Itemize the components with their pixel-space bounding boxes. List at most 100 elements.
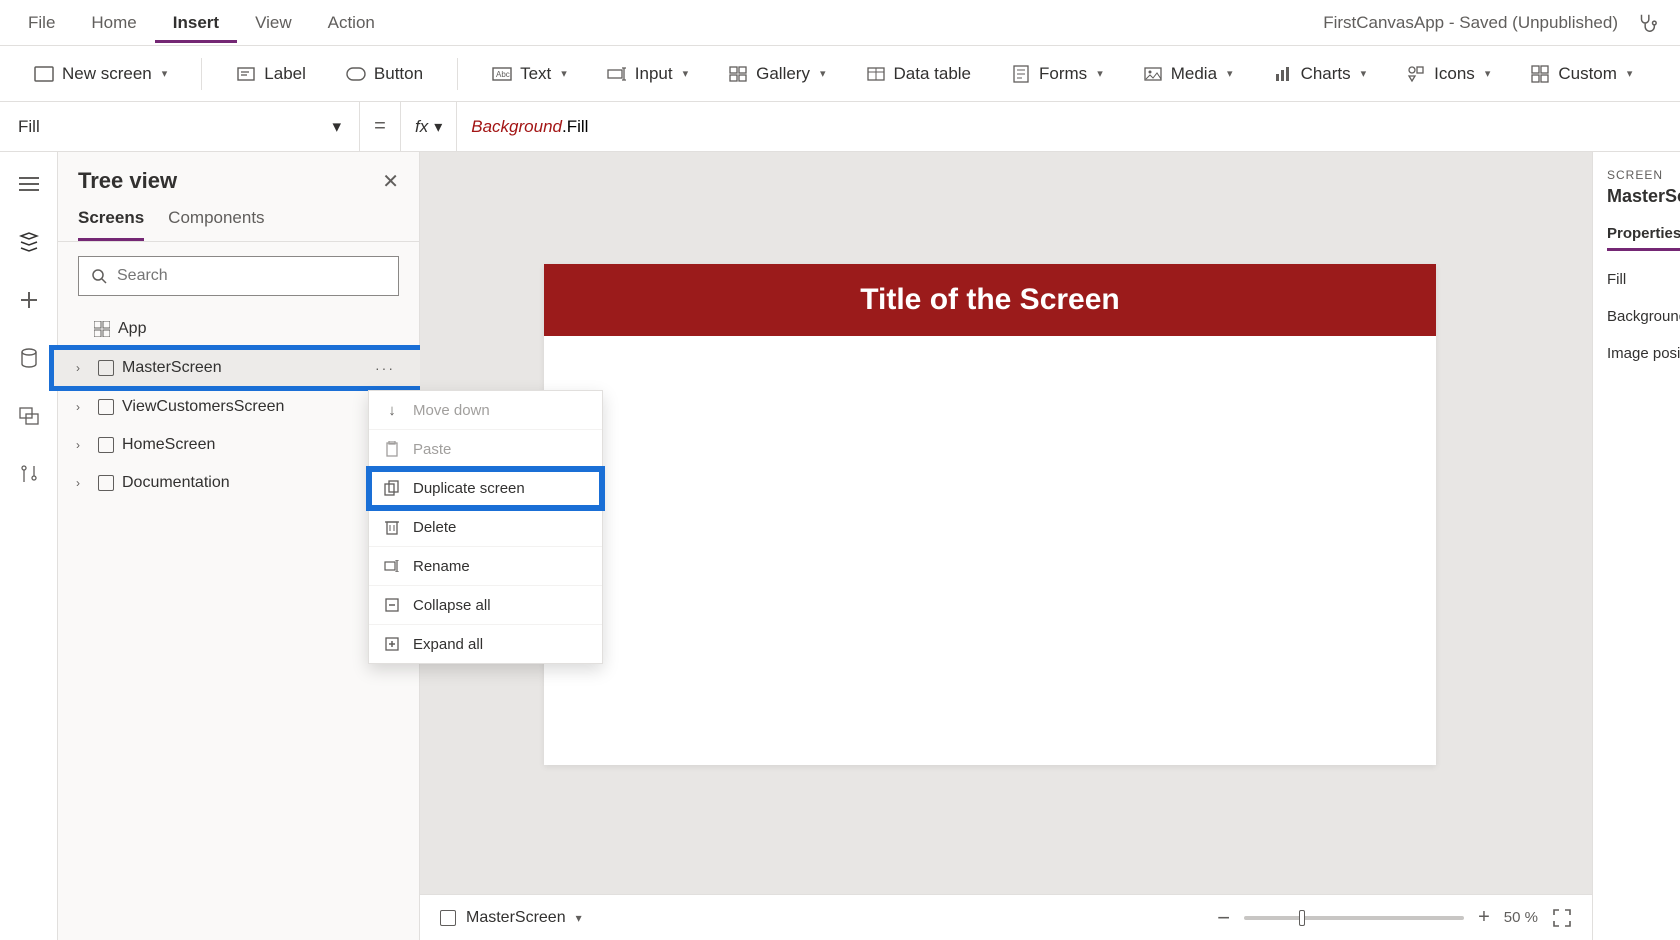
fx-button[interactable]: fx ▾ — [400, 102, 457, 151]
tab-properties[interactable]: Properties — [1607, 225, 1680, 251]
paste-icon — [383, 440, 401, 458]
menu-home[interactable]: Home — [73, 3, 154, 43]
search-input[interactable] — [78, 256, 399, 296]
tree-item-app[interactable]: App — [58, 310, 419, 348]
equals-sign: = — [360, 115, 400, 138]
label-icon — [236, 64, 256, 84]
duplicate-icon — [383, 479, 401, 497]
icons-dropdown[interactable]: Icons▾ — [1400, 58, 1496, 90]
screen-canvas[interactable]: Title of the Screen — [544, 264, 1436, 765]
screen-icon — [98, 437, 114, 453]
text-icon: Abc — [492, 64, 512, 84]
insert-pane-icon[interactable] — [15, 286, 43, 314]
delete-icon — [383, 518, 401, 536]
tree-view-title: Tree view — [78, 168, 177, 194]
ctx-collapse-all[interactable]: Collapse all — [369, 586, 602, 625]
tree-item-homescreen[interactable]: › HomeScreen — [58, 426, 419, 464]
zoom-out-button[interactable]: − — [1217, 905, 1230, 931]
label-button[interactable]: Label — [230, 58, 312, 90]
tree-item-masterscreen[interactable]: › MasterScreen ··· — [52, 348, 425, 388]
menu-file[interactable]: File — [10, 3, 73, 43]
app-title: FirstCanvasApp - Saved (Unpublished) — [1323, 13, 1618, 33]
media-pane-icon[interactable] — [15, 402, 43, 430]
ctx-delete[interactable]: Delete — [369, 508, 602, 547]
gallery-dropdown[interactable]: Gallery▾ — [722, 58, 831, 90]
menu-view[interactable]: View — [237, 3, 310, 43]
screen-icon — [98, 475, 114, 491]
ctx-expand-all[interactable]: Expand all — [369, 625, 602, 663]
ctx-rename[interactable]: Rename — [369, 547, 602, 586]
screen-title-bar[interactable]: Title of the Screen — [544, 264, 1436, 336]
prop-row-fill[interactable]: Fill — [1607, 271, 1680, 288]
app-checker-icon[interactable] — [1636, 12, 1658, 34]
button-button[interactable]: Button — [340, 58, 429, 90]
tree-item-documentation[interactable]: › Documentation — [58, 464, 419, 502]
screen-icon — [98, 399, 114, 415]
charts-icon — [1273, 64, 1293, 84]
gallery-icon — [728, 64, 748, 84]
ctx-duplicate-screen[interactable]: Duplicate screen — [369, 469, 602, 508]
more-options-button[interactable]: ··· — [369, 358, 401, 378]
ctx-move-down[interactable]: ↓ Move down — [369, 391, 602, 430]
tab-screens[interactable]: Screens — [78, 208, 144, 241]
canvas-status-bar: MasterScreen ▾ − + 50 % — [420, 894, 1592, 940]
zoom-slider[interactable] — [1244, 916, 1464, 920]
screen-icon — [98, 360, 114, 376]
forms-icon — [1011, 64, 1031, 84]
expand-icon — [383, 635, 401, 653]
screen-icon — [440, 910, 456, 926]
insert-ribbon: New screen▾ Label Button Abc Text▾ Input… — [0, 46, 1680, 102]
app-icon — [94, 321, 110, 337]
zoom-in-button[interactable]: + — [1478, 906, 1490, 929]
rename-icon — [383, 557, 401, 575]
advanced-tools-icon[interactable] — [15, 460, 43, 488]
collapse-icon — [383, 596, 401, 614]
left-rail — [0, 152, 58, 940]
custom-dropdown[interactable]: Custom▾ — [1524, 58, 1638, 90]
close-icon[interactable]: ✕ — [382, 169, 399, 194]
screen-icon — [34, 64, 54, 84]
prop-row-image-position[interactable]: Image posit — [1607, 345, 1680, 362]
property-selector[interactable]: Fill ▾ — [0, 102, 360, 151]
text-dropdown[interactable]: Abc Text▾ — [486, 58, 573, 90]
custom-icon — [1530, 64, 1550, 84]
fit-to-screen-icon[interactable] — [1552, 908, 1572, 928]
formula-input[interactable]: Background.Fill — [457, 117, 1680, 137]
search-icon — [91, 268, 107, 284]
forms-dropdown[interactable]: Forms▾ — [1005, 58, 1109, 90]
input-icon — [607, 64, 627, 84]
media-icon — [1143, 64, 1163, 84]
chevron-down-icon[interactable]: ▾ — [576, 911, 582, 925]
status-screen-name[interactable]: MasterScreen — [466, 909, 566, 927]
button-icon — [346, 64, 366, 84]
tree-view-panel: Tree view ✕ Screens Components App › Mas… — [58, 152, 420, 940]
screen-context-menu: ↓ Move down Paste Duplicate screen Delet… — [368, 390, 603, 664]
properties-type-label: SCREEN — [1607, 168, 1680, 182]
media-dropdown[interactable]: Media▾ — [1137, 58, 1239, 90]
chevron-down-icon: ▾ — [332, 117, 341, 137]
properties-object-name: MasterScre — [1607, 186, 1680, 207]
properties-panel: SCREEN MasterScre Properties Fill Backgr… — [1592, 152, 1680, 940]
hamburger-icon[interactable] — [15, 170, 43, 198]
svg-text:Abc: Abc — [496, 70, 510, 79]
ctx-paste[interactable]: Paste — [369, 430, 602, 469]
menu-insert[interactable]: Insert — [155, 3, 237, 43]
prop-row-background[interactable]: Background — [1607, 308, 1680, 325]
table-icon — [866, 64, 886, 84]
tree-item-viewcustomers[interactable]: › ViewCustomersScreen — [58, 388, 419, 426]
zoom-percent: 50 % — [1504, 909, 1538, 926]
input-dropdown[interactable]: Input▾ — [601, 58, 694, 90]
icons-icon — [1406, 64, 1426, 84]
charts-dropdown[interactable]: Charts▾ — [1267, 58, 1373, 90]
chevron-right-icon[interactable]: › — [76, 361, 90, 375]
data-icon[interactable] — [15, 344, 43, 372]
chevron-down-icon: ▾ — [162, 67, 168, 80]
tree-view-icon[interactable] — [15, 228, 43, 256]
new-screen-button[interactable]: New screen▾ — [28, 58, 173, 90]
formula-bar: Fill ▾ = fx ▾ Background.Fill — [0, 102, 1680, 152]
arrow-down-icon: ↓ — [383, 401, 401, 419]
data-table-button[interactable]: Data table — [860, 58, 978, 90]
tab-components[interactable]: Components — [168, 208, 264, 241]
menu-action[interactable]: Action — [310, 3, 393, 43]
chevron-down-icon: ▾ — [434, 117, 442, 137]
